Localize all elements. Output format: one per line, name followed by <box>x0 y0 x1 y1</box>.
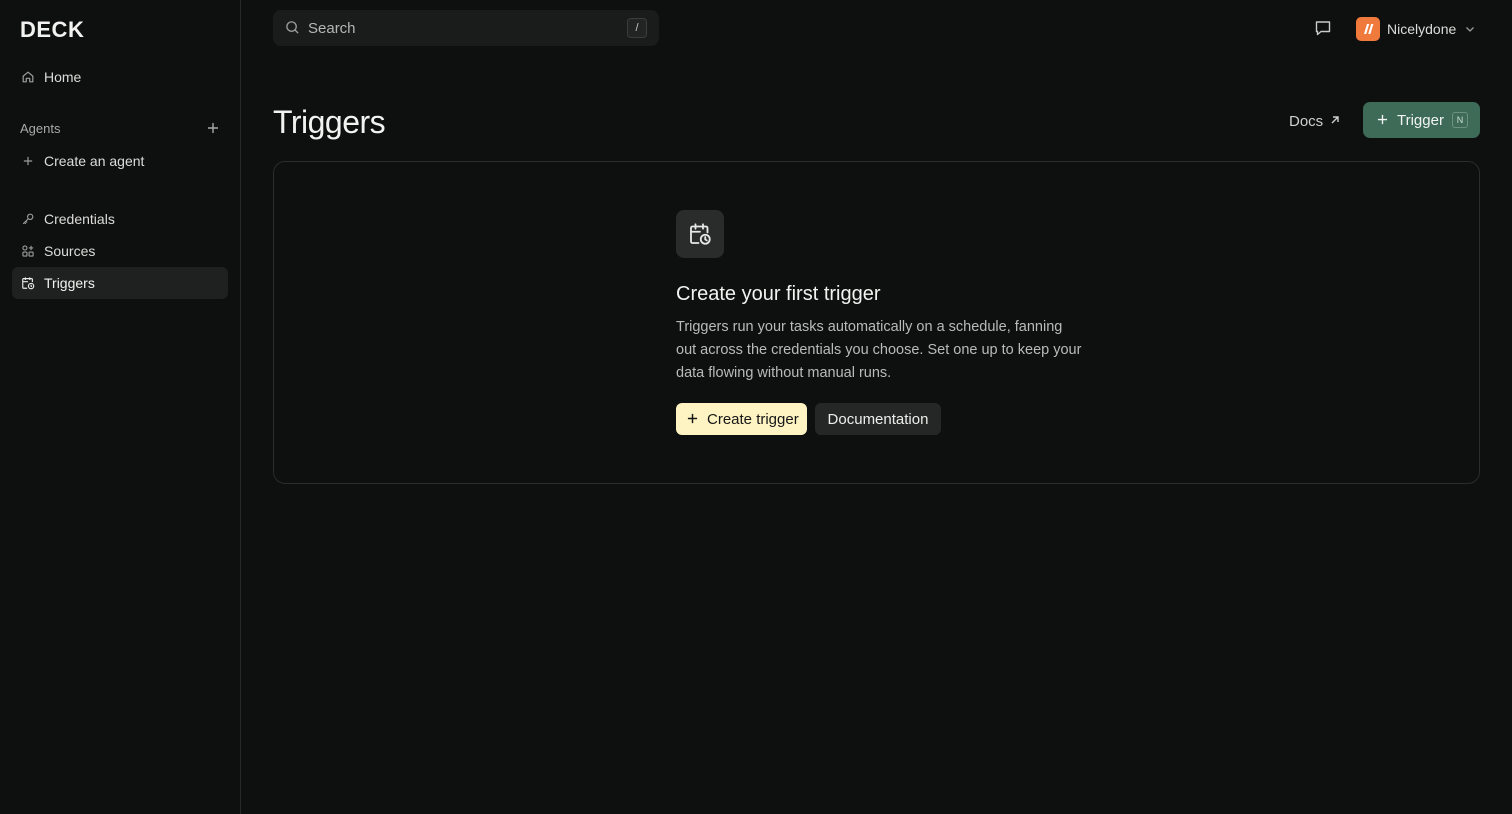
sidebar-item-label: Credentials <box>44 211 115 227</box>
sidebar-item-label: Create an agent <box>44 153 145 169</box>
search-icon <box>285 20 301 36</box>
plus-icon <box>208 123 218 133</box>
search-shortcut-badge: / <box>627 18 647 38</box>
plus-icon <box>1377 114 1389 126</box>
plus-icon <box>687 413 699 425</box>
new-trigger-shortcut-badge: N <box>1452 112 1468 128</box>
search-input[interactable]: Search / <box>273 10 659 46</box>
sidebar: DECK Home Agents Create an agent Credent… <box>0 0 241 814</box>
external-link-icon <box>1329 114 1343 128</box>
key-icon <box>20 211 36 227</box>
sidebar-item-credentials[interactable]: Credentials <box>12 203 228 235</box>
calendar-clock-icon <box>20 275 36 291</box>
account-switcher[interactable]: Nicelydone <box>1356 16 1476 41</box>
chat-icon <box>1315 21 1331 36</box>
page-title: Triggers <box>273 104 386 140</box>
sidebar-item-triggers[interactable]: Triggers <box>12 267 228 299</box>
empty-state-description: Triggers run your tasks automatically on… <box>676 319 1082 381</box>
app-logo[interactable]: DECK <box>20 17 84 43</box>
sidebar-item-sources[interactable]: Sources <box>12 235 228 267</box>
app-root: DECK Home Agents Create an agent Credent… <box>0 0 1512 814</box>
chevron-down-icon <box>1464 23 1476 35</box>
sidebar-item-label: Triggers <box>44 275 95 291</box>
sidebar-item-home[interactable]: Home <box>12 61 228 93</box>
sidebar-item-create-agent[interactable]: Create an agent <box>12 145 228 177</box>
search-placeholder: Search <box>308 19 356 37</box>
new-trigger-button[interactable]: Trigger N <box>1363 102 1480 138</box>
calendar-clock-icon <box>676 210 724 258</box>
sources-icon <box>20 243 36 259</box>
documentation-button[interactable]: Documentation <box>815 403 941 435</box>
new-trigger-label: Trigger <box>1397 111 1444 129</box>
docs-link-label: Docs <box>1289 112 1324 130</box>
home-icon <box>20 69 36 85</box>
sidebar-item-label: Sources <box>44 243 96 259</box>
account-name: Nicelydone <box>1387 20 1457 37</box>
plus-icon <box>20 153 36 169</box>
workspace-logo-icon <box>1364 23 1374 34</box>
create-trigger-button[interactable]: Create trigger <box>676 403 807 435</box>
create-trigger-label: Create trigger <box>707 410 799 428</box>
agents-section-label: Agents <box>20 121 61 136</box>
empty-state-title: Create your first trigger <box>676 283 881 305</box>
sidebar-item-label: Home <box>44 69 82 85</box>
empty-state-card: Create your first trigger Triggers run y… <box>273 161 1480 484</box>
add-agent-button[interactable] <box>204 119 222 137</box>
avatar <box>1356 16 1380 41</box>
chat-button[interactable] <box>1313 18 1333 38</box>
docs-link[interactable]: Docs <box>1289 111 1343 131</box>
